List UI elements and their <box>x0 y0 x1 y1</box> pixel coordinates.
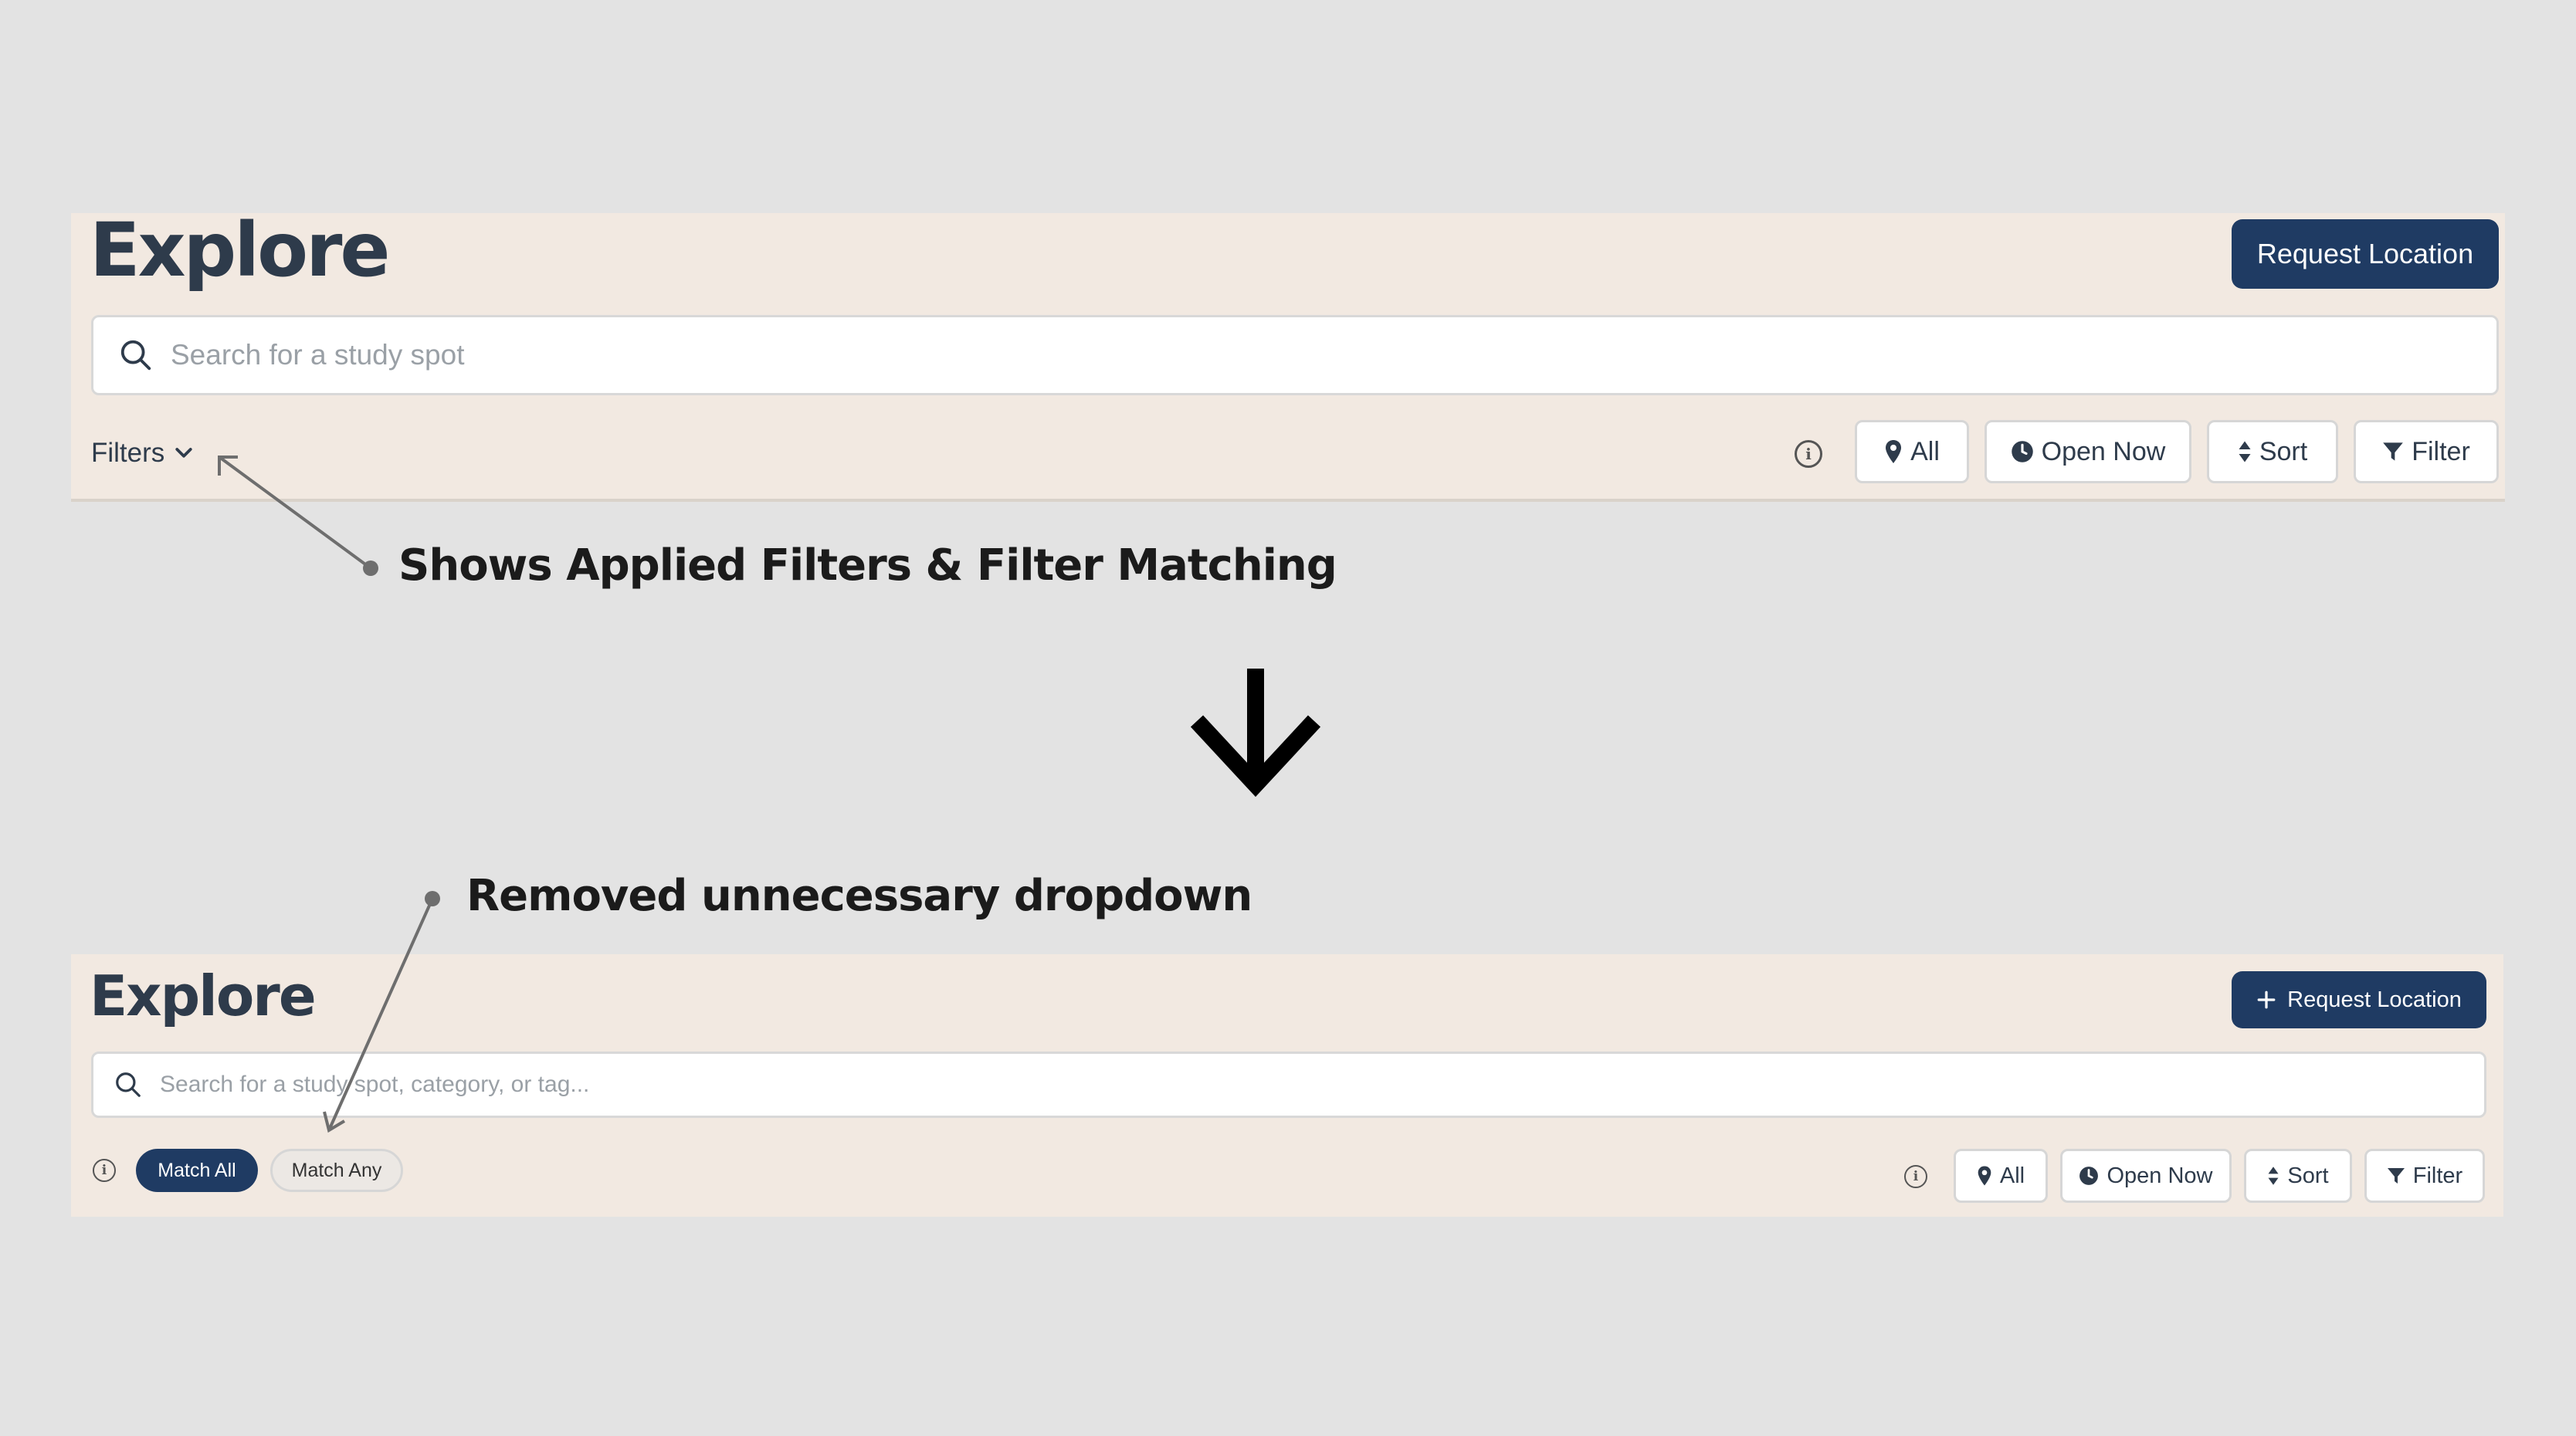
request-location-button[interactable]: Request Location <box>2232 219 2499 289</box>
filter-button[interactable]: Filter <box>2364 1149 2485 1203</box>
page-title: Explore <box>90 207 391 293</box>
info-icon[interactable]: i <box>1904 1165 1927 1188</box>
match-all-toggle[interactable]: Match All <box>136 1149 258 1192</box>
search-placeholder: Search for a study spot, category, or ta… <box>160 1072 590 1097</box>
funnel-icon <box>2387 1168 2405 1184</box>
filters-label: Filters <box>91 438 165 468</box>
annotation-applied-filters: Shows Applied Filters & Filter Matching <box>398 540 1337 591</box>
request-location-button[interactable]: Request Location <box>2232 971 2486 1028</box>
all-locations-button[interactable]: All <box>1954 1149 2048 1203</box>
location-pin-icon <box>1978 1166 1991 1186</box>
open-now-label: Open Now <box>2041 436 2166 466</box>
open-now-button[interactable]: Open Now <box>1985 420 2191 483</box>
sort-icon <box>2239 441 2251 462</box>
funnel-icon <box>2383 442 2404 461</box>
down-arrow-icon <box>1190 669 1321 798</box>
sort-label: Sort <box>2259 436 2308 466</box>
search-icon <box>120 340 151 371</box>
search-placeholder: Search for a study spot <box>171 339 465 371</box>
all-label: All <box>1999 1163 2025 1188</box>
filter-label: Filter <box>2412 436 2470 466</box>
sort-icon <box>2268 1167 2279 1185</box>
filters-dropdown[interactable]: Filters <box>91 432 195 474</box>
sort-label: Sort <box>2287 1163 2329 1188</box>
open-now-label: Open Now <box>2107 1163 2213 1188</box>
plus-icon <box>2257 991 2276 1009</box>
location-pin-icon <box>1886 440 1902 463</box>
chevron-down-icon <box>175 448 192 458</box>
search-icon <box>116 1072 141 1097</box>
annotation-removed-dropdown: Removed unnecessary dropdown <box>466 871 1252 921</box>
request-location-label: Request Location <box>2256 238 2474 269</box>
info-icon[interactable]: i <box>1795 440 1822 468</box>
sort-button[interactable]: Sort <box>2244 1149 2352 1203</box>
clock-icon <box>2079 1167 2099 1185</box>
search-input[interactable]: Search for a study spot, category, or ta… <box>91 1052 2486 1118</box>
filter-label: Filter <box>2412 1163 2463 1188</box>
all-label: All <box>1910 436 1940 466</box>
filter-button[interactable]: Filter <box>2354 420 2499 483</box>
sort-button[interactable]: Sort <box>2207 420 2338 483</box>
request-location-label: Request Location <box>2287 987 2462 1012</box>
search-input[interactable]: Search for a study spot <box>91 315 2499 395</box>
all-locations-button[interactable]: All <box>1855 420 1969 483</box>
match-any-toggle[interactable]: Match Any <box>270 1149 403 1192</box>
page-title: Explore <box>90 964 317 1028</box>
info-icon[interactable]: i <box>93 1159 116 1182</box>
clock-icon <box>2011 441 2033 462</box>
open-now-button[interactable]: Open Now <box>2060 1149 2232 1203</box>
